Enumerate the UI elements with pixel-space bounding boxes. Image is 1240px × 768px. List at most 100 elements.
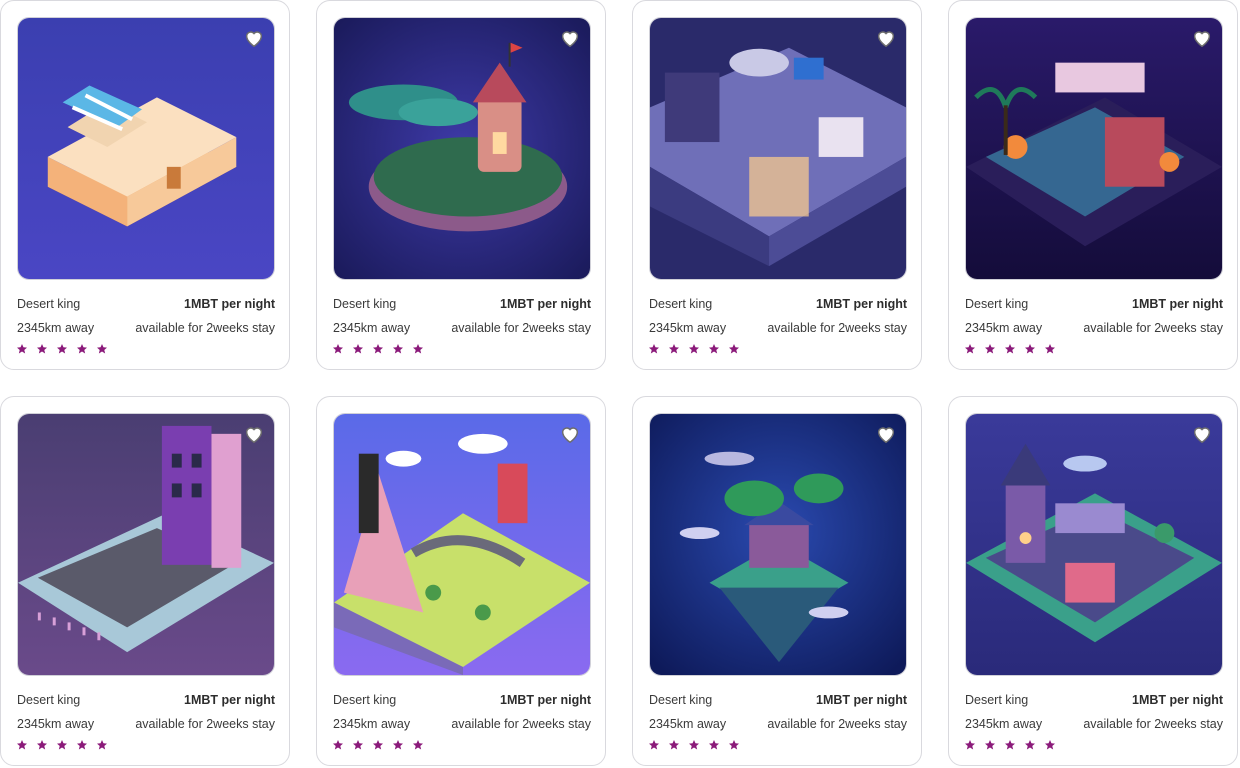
star-icon — [1005, 344, 1015, 354]
star-icon — [649, 740, 659, 750]
rating-stars — [332, 739, 424, 753]
star-icon — [97, 344, 107, 354]
star-icon — [413, 740, 423, 750]
star-icon — [1025, 344, 1035, 354]
star-icon — [77, 344, 87, 354]
listing-image[interactable] — [17, 17, 275, 280]
listing-card[interactable]: Desert king 1MBT per night 2345km away a… — [0, 396, 290, 766]
star-icon — [353, 740, 363, 750]
listing-price: 1MBT per night — [816, 693, 907, 707]
star-icon — [57, 740, 67, 750]
star-icon — [393, 740, 403, 750]
listing-price: 1MBT per night — [184, 297, 275, 311]
star-icon — [77, 740, 87, 750]
star-icon — [1045, 344, 1055, 354]
listing-price: 1MBT per night — [184, 693, 275, 707]
star-icon — [709, 344, 719, 354]
listing-availability: available for 2weeks stay — [135, 717, 275, 731]
listing-card[interactable]: Desert king 1MBT per night 2345km away a… — [632, 396, 922, 766]
rating-stars — [964, 739, 1056, 753]
listing-name: Desert king — [965, 297, 1029, 311]
star-icon — [373, 740, 383, 750]
star-icon — [669, 344, 679, 354]
listing-availability: available for 2weeks stay — [451, 321, 591, 335]
listing-distance: 2345km away — [965, 321, 1043, 335]
listing-distance: 2345km away — [965, 717, 1043, 731]
listing-card[interactable]: Desert king 1MBT per night 2345km away a… — [0, 0, 290, 370]
listing-image[interactable] — [649, 17, 907, 280]
listing-image[interactable] — [965, 17, 1223, 280]
rating-stars — [332, 343, 424, 357]
listing-price: 1MBT per night — [1132, 297, 1223, 311]
star-icon — [965, 740, 975, 750]
favorite-heart-icon[interactable] — [875, 27, 897, 49]
listing-name: Desert king — [649, 693, 713, 707]
listing-card[interactable]: Desert king 1MBT per night 2345km away a… — [948, 396, 1238, 766]
listing-name: Desert king — [333, 297, 397, 311]
rating-stars — [964, 343, 1056, 357]
star-icon — [649, 344, 659, 354]
listing-price: 1MBT per night — [1132, 693, 1223, 707]
listing-distance: 2345km away — [649, 717, 727, 731]
listing-image[interactable] — [17, 413, 275, 676]
listing-card[interactable]: Desert king 1MBT per night 2345km away a… — [632, 0, 922, 370]
favorite-heart-icon[interactable] — [243, 27, 265, 49]
listing-availability: available for 2weeks stay — [1083, 321, 1223, 335]
favorite-heart-icon[interactable] — [1191, 423, 1213, 445]
star-icon — [985, 740, 995, 750]
listing-name: Desert king — [333, 693, 397, 707]
star-icon — [333, 740, 343, 750]
star-icon — [709, 740, 719, 750]
listing-price: 1MBT per night — [500, 297, 591, 311]
listing-name: Desert king — [17, 297, 81, 311]
star-icon — [97, 740, 107, 750]
star-icon — [373, 344, 383, 354]
star-icon — [729, 344, 739, 354]
rating-stars — [16, 739, 108, 753]
listing-availability: available for 2weeks stay — [767, 717, 907, 731]
star-icon — [985, 344, 995, 354]
listing-distance: 2345km away — [17, 321, 95, 335]
favorite-heart-icon[interactable] — [559, 27, 581, 49]
listing-distance: 2345km away — [649, 321, 727, 335]
listing-name: Desert king — [965, 693, 1029, 707]
star-icon — [689, 740, 699, 750]
favorite-heart-icon[interactable] — [1191, 27, 1213, 49]
listing-name: Desert king — [17, 693, 81, 707]
listing-distance: 2345km away — [17, 717, 95, 731]
favorite-heart-icon[interactable] — [243, 423, 265, 445]
star-icon — [669, 740, 679, 750]
listing-card[interactable]: Desert king 1MBT per night 2345km away a… — [948, 0, 1238, 370]
listing-distance: 2345km away — [333, 321, 411, 335]
listing-card[interactable]: Desert king 1MBT per night 2345km away a… — [316, 396, 606, 766]
star-icon — [1005, 740, 1015, 750]
listing-name: Desert king — [649, 297, 713, 311]
listing-distance: 2345km away — [333, 717, 411, 731]
star-icon — [37, 740, 47, 750]
listing-price: 1MBT per night — [500, 693, 591, 707]
listing-image[interactable] — [965, 413, 1223, 676]
star-icon — [17, 740, 27, 750]
listing-availability: available for 2weeks stay — [135, 321, 275, 335]
listing-price: 1MBT per night — [816, 297, 907, 311]
star-icon — [413, 344, 423, 354]
star-icon — [353, 344, 363, 354]
star-icon — [965, 344, 975, 354]
rating-stars — [16, 343, 108, 357]
listing-grid: Desert king 1MBT per night 2345km away a… — [0, 0, 1240, 768]
listing-image[interactable] — [333, 17, 591, 280]
listing-image[interactable] — [333, 413, 591, 676]
listing-card[interactable]: Desert king 1MBT per night 2345km away a… — [316, 0, 606, 370]
favorite-heart-icon[interactable] — [875, 423, 897, 445]
listing-availability: available for 2weeks stay — [451, 717, 591, 731]
star-icon — [37, 344, 47, 354]
star-icon — [333, 344, 343, 354]
listing-image[interactable] — [649, 413, 907, 676]
star-icon — [689, 344, 699, 354]
listing-availability: available for 2weeks stay — [767, 321, 907, 335]
star-icon — [729, 740, 739, 750]
favorite-heart-icon[interactable] — [559, 423, 581, 445]
star-icon — [57, 344, 67, 354]
star-icon — [1045, 740, 1055, 750]
rating-stars — [648, 739, 740, 753]
